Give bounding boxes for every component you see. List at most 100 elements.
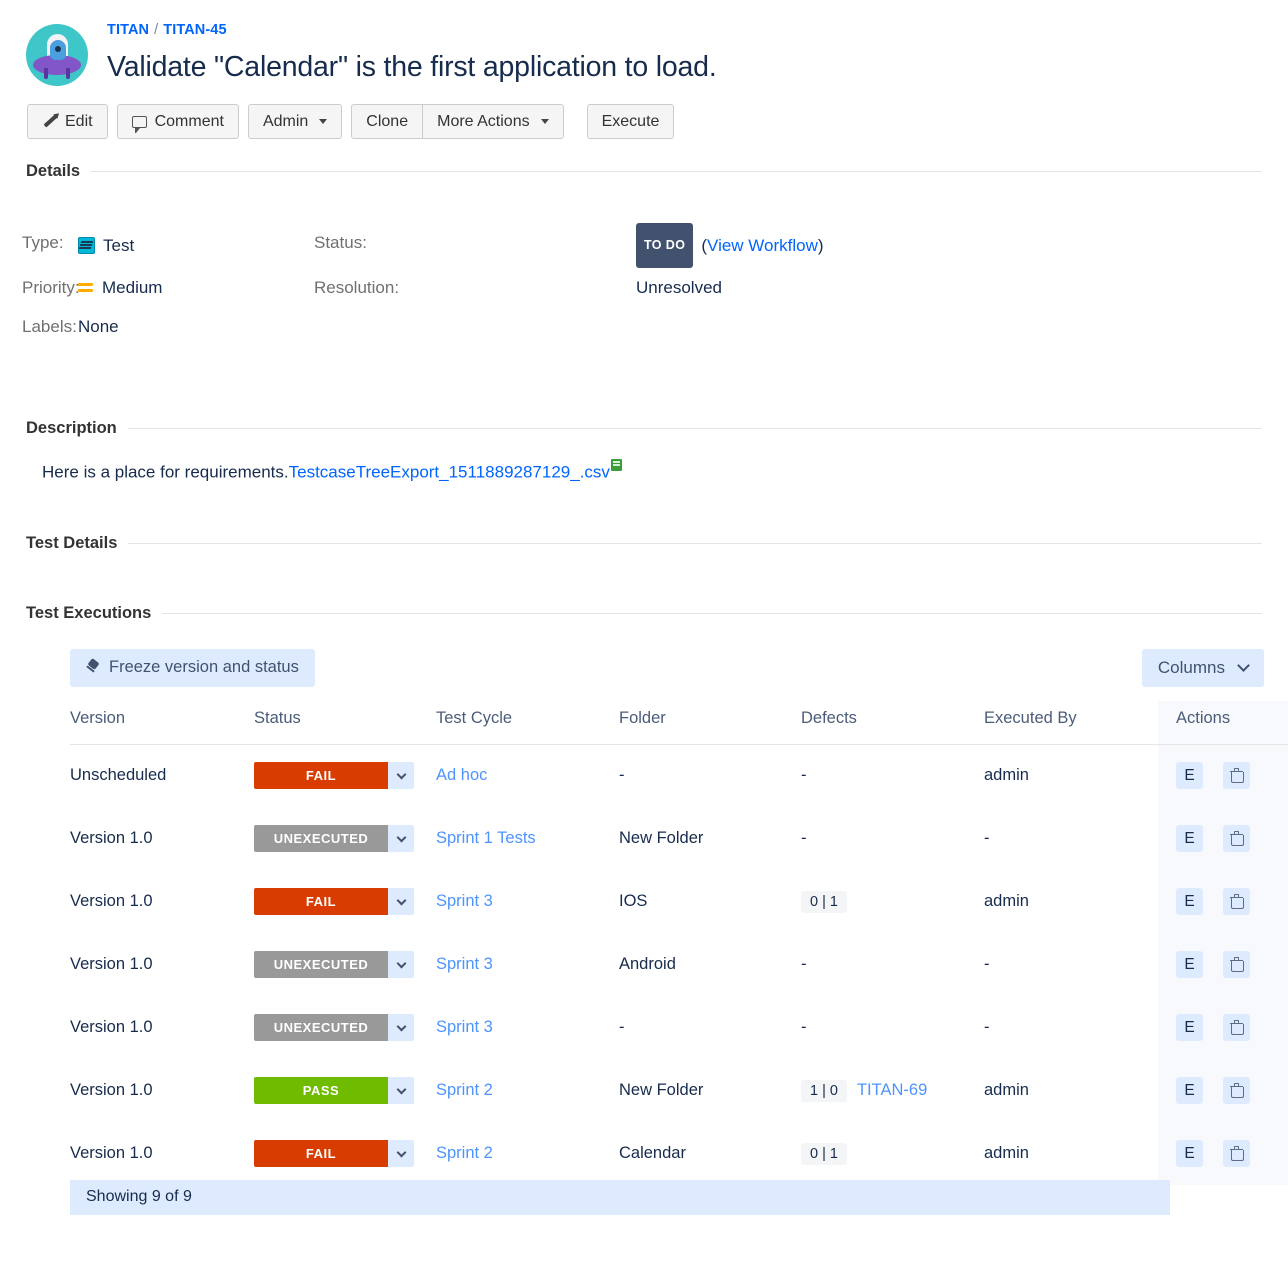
trash-icon — [1230, 893, 1244, 909]
admin-button-label: Admin — [262, 112, 309, 130]
table-header-row: Version Status Test Cycle Folder Defects… — [70, 700, 1288, 745]
test-executions-table: Version Status Test Cycle Folder Defects… — [70, 700, 1288, 1186]
cell-status: UNEXECUTED — [254, 807, 436, 870]
description-body: Here is a place for requirements.Testcas… — [0, 459, 1288, 483]
test-cycle-link[interactable]: Sprint 3 — [436, 1018, 493, 1036]
cell-executed-by: admin — [984, 1081, 1029, 1100]
labels-key: Labels: — [22, 317, 77, 336]
test-cycle-link[interactable]: Sprint 3 — [436, 955, 493, 973]
cell-executed-by: - — [984, 829, 990, 848]
cell-version: Version 1.0 — [70, 892, 153, 911]
type-value: Test — [78, 223, 314, 268]
status-dropdown[interactable]: FAIL — [254, 762, 414, 790]
column-header-version[interactable]: Version — [70, 700, 254, 745]
cell-executed-by: - — [984, 955, 990, 974]
column-header-defects[interactable]: Defects — [801, 700, 984, 745]
test-executions-toolbar: Freeze version and status Columns — [0, 648, 1288, 687]
admin-dropdown-button[interactable]: Admin — [247, 104, 343, 139]
resolution-key: Resolution: — [314, 278, 400, 297]
status-dropdown[interactable]: UNEXECUTED — [254, 825, 414, 853]
breadcrumb-issue-link[interactable]: TITAN-45 — [163, 22, 226, 38]
status-dropdown[interactable]: PASS — [254, 1077, 414, 1105]
chevron-down-icon[interactable] — [388, 951, 414, 979]
cell-version: Version 1.0 — [70, 955, 153, 974]
delete-row-button[interactable] — [1223, 762, 1250, 790]
defect-issue-link[interactable]: TITAN-69 — [857, 1081, 927, 1099]
clone-button[interactable]: Clone — [351, 104, 423, 139]
edit-button[interactable]: Edit — [27, 104, 108, 139]
section-divider — [128, 542, 1262, 544]
speech-bubble-icon — [131, 115, 147, 133]
execute-button[interactable]: Execute — [586, 104, 675, 139]
cell-status: UNEXECUTED — [254, 933, 436, 996]
page-title: Validate "Calendar" is the first applica… — [107, 51, 717, 83]
execute-row-button[interactable]: E — [1176, 825, 1203, 853]
cell-defects: - — [801, 1018, 807, 1037]
more-actions-button[interactable]: More Actions — [422, 104, 564, 139]
column-header-folder[interactable]: Folder — [619, 700, 801, 745]
execute-row-button[interactable]: E — [1176, 1014, 1203, 1042]
execute-row-button[interactable]: E — [1176, 762, 1203, 790]
test-cycle-link[interactable]: Sprint 2 — [436, 1081, 493, 1099]
comment-button-label: Comment — [154, 112, 224, 130]
cell-test-cycle: Sprint 3 — [436, 870, 619, 933]
cell-folder: - — [619, 1018, 625, 1037]
cell-version: Version 1.0 — [70, 1144, 153, 1163]
cell-defects: 0 | 1 — [801, 1122, 984, 1185]
comment-button[interactable]: Comment — [116, 104, 239, 139]
description-attachment-link[interactable]: TestcaseTreeExport_1511889287129_.csv — [289, 463, 610, 482]
chevron-down-icon[interactable] — [388, 1140, 414, 1168]
chevron-down-icon[interactable] — [388, 825, 414, 853]
cell-status: FAIL — [254, 744, 436, 807]
cell-actions: E — [1158, 744, 1288, 808]
execute-row-button[interactable]: E — [1176, 951, 1203, 979]
status-dropdown[interactable]: FAIL — [254, 888, 414, 916]
freeze-version-status-button[interactable]: Freeze version and status — [70, 648, 315, 687]
details-grid: Type: Test Status: TO DO (View Workflow)… — [0, 223, 1288, 346]
chevron-down-icon[interactable] — [388, 1014, 414, 1042]
delete-row-button[interactable] — [1223, 888, 1250, 916]
delete-row-button[interactable] — [1223, 1140, 1250, 1168]
cell-status: FAIL — [254, 1122, 436, 1185]
breadcrumb-project-link[interactable]: TITAN — [107, 22, 149, 38]
delete-row-button[interactable] — [1223, 825, 1250, 853]
section-divider — [162, 612, 1262, 614]
cell-folder: New Folder — [619, 829, 704, 848]
chevron-down-icon[interactable] — [388, 888, 414, 916]
execute-row-button[interactable]: E — [1176, 1140, 1203, 1168]
column-header-executed-by[interactable]: Executed By — [984, 700, 1158, 745]
status-badge: UNEXECUTED — [254, 1014, 388, 1042]
columns-button[interactable]: Columns — [1141, 648, 1264, 687]
test-cycle-link[interactable]: Sprint 1 Tests — [436, 829, 536, 847]
delete-row-button[interactable] — [1223, 951, 1250, 979]
cell-folder: - — [619, 766, 625, 785]
cell-defects: - — [801, 766, 807, 785]
trash-icon — [1230, 767, 1244, 783]
delete-row-button[interactable] — [1223, 1014, 1250, 1042]
column-header-status[interactable]: Status — [254, 700, 436, 745]
delete-row-button[interactable] — [1223, 1077, 1250, 1105]
view-workflow-link[interactable]: View Workflow — [707, 226, 818, 265]
chevron-down-icon[interactable] — [388, 1077, 414, 1105]
cell-status: FAIL — [254, 870, 436, 933]
cell-defects: - — [801, 829, 807, 848]
execute-row-button[interactable]: E — [1176, 888, 1203, 916]
table-row: Unscheduled FAIL Ad hoc - - admin E — [70, 744, 1288, 808]
column-header-test-cycle[interactable]: Test Cycle — [436, 700, 619, 745]
breadcrumb-separator: / — [154, 22, 159, 38]
columns-button-label: Columns — [1157, 657, 1225, 677]
status-dropdown[interactable]: UNEXECUTED — [254, 1014, 414, 1042]
view-workflow-close-paren: ) — [817, 236, 824, 255]
test-cycle-link[interactable]: Sprint 3 — [436, 892, 493, 910]
table-row: Version 1.0 PASS Sprint 2 New Folder 1 | 0 TI… — [70, 1059, 1288, 1123]
chevron-down-icon[interactable] — [388, 762, 414, 790]
execute-row-button[interactable]: E — [1176, 1077, 1203, 1105]
status-dropdown[interactable]: UNEXECUTED — [254, 951, 414, 979]
header-text: TITAN / TITAN-45 Validate "Calendar" is th… — [107, 22, 717, 84]
test-cycle-link[interactable]: Ad hoc — [436, 766, 487, 784]
cell-test-cycle: Sprint 2 — [436, 1059, 619, 1122]
table-body: Unscheduled FAIL Ad hoc - - admin E Version 1.0… — [70, 744, 1288, 1186]
more-actions-button-label: More Actions — [437, 112, 530, 130]
test-cycle-link[interactable]: Sprint 2 — [436, 1144, 493, 1162]
status-dropdown[interactable]: FAIL — [254, 1140, 414, 1168]
